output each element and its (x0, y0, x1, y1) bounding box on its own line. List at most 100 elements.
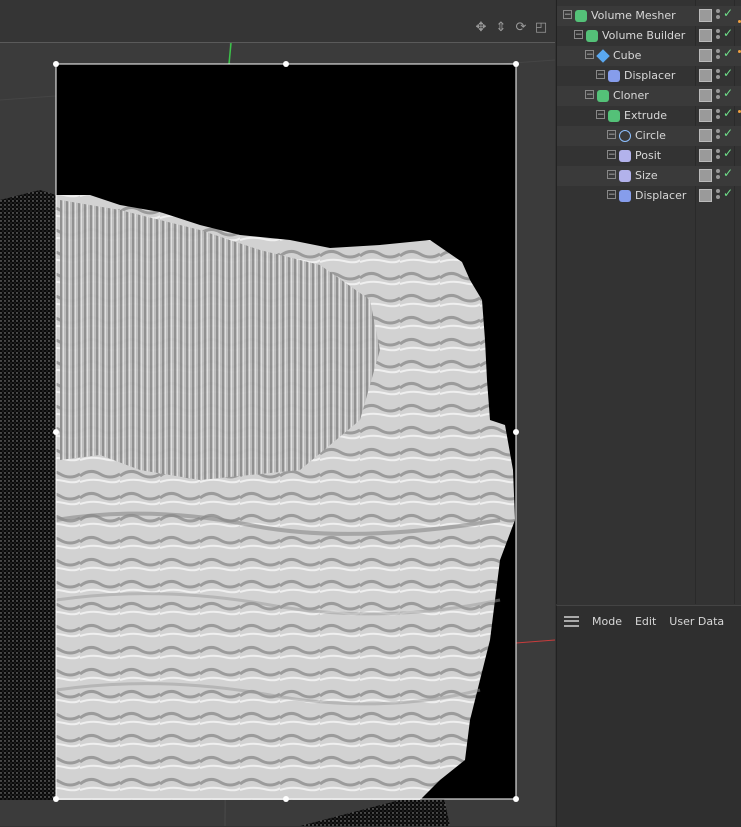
background-mesh-left (0, 190, 56, 800)
dolly-view-icon[interactable]: ⇕ (493, 20, 509, 36)
object-flags: ✓ (699, 26, 741, 44)
visibility-dots-icon[interactable] (716, 149, 720, 161)
enabled-check-icon[interactable]: ✓ (723, 86, 733, 100)
region-handle[interactable] (283, 796, 289, 802)
object-label[interactable]: Extrude (624, 109, 667, 122)
tree-expander-icon[interactable]: − (585, 90, 594, 100)
tree-expander-icon[interactable]: − (607, 170, 616, 180)
viewport-nav-icons: ✥ ⇕ ⟳ ◰ (473, 20, 549, 36)
tree-expander-icon[interactable]: − (607, 150, 616, 160)
object-row[interactable]: − Cloner ✓ (557, 86, 741, 106)
circle-spline-icon (619, 130, 631, 142)
menu-edit[interactable]: Edit (635, 615, 656, 628)
layer-color-box[interactable] (699, 129, 712, 142)
object-label[interactable]: Displacer (635, 189, 686, 202)
object-label[interactable]: Displacer (624, 69, 675, 82)
object-row[interactable]: − Displacer ✓ (557, 66, 741, 86)
visibility-dots-icon[interactable] (716, 29, 720, 41)
tree-expander-icon[interactable]: − (585, 50, 594, 60)
enabled-check-icon[interactable]: ✓ (723, 26, 733, 40)
object-row[interactable]: − Circle ✓ (557, 126, 741, 146)
enabled-check-icon[interactable]: ✓ (723, 146, 733, 160)
object-flags: ✓ (699, 166, 741, 184)
enabled-check-icon[interactable]: ✓ (723, 6, 733, 20)
tree-expander-icon[interactable]: − (596, 70, 605, 80)
layer-color-box[interactable] (699, 29, 712, 42)
rotate-view-icon[interactable]: ⟳ (513, 20, 529, 36)
layer-color-box[interactable] (699, 9, 712, 22)
object-flags: ✓ (699, 146, 741, 164)
cube-icon (596, 49, 610, 63)
enabled-check-icon[interactable]: ✓ (723, 106, 733, 120)
object-flags: ✓ (699, 46, 741, 64)
attribute-manager: Mode Edit User Data (556, 605, 741, 827)
menu-mode[interactable]: Mode (592, 615, 622, 628)
visibility-dots-icon[interactable] (716, 89, 720, 101)
region-handle[interactable] (513, 796, 519, 802)
visibility-dots-icon[interactable] (716, 129, 720, 141)
enabled-check-icon[interactable]: ✓ (723, 186, 733, 200)
move-view-icon[interactable]: ✥ (473, 20, 489, 36)
volume-builder-icon (586, 30, 598, 42)
region-handle[interactable] (513, 61, 519, 67)
object-flags: ✓ (699, 6, 741, 24)
object-label[interactable]: Cube (613, 49, 641, 62)
object-flags: ✓ (699, 86, 741, 104)
hamburger-menu-icon[interactable] (564, 615, 579, 627)
object-manager: − Volume Mesher ✓ − Volume Builder ✓ − Cube ✓ − Di… (556, 0, 741, 604)
visibility-dots-icon[interactable] (716, 69, 720, 81)
tree-expander-icon[interactable]: − (563, 10, 572, 20)
object-row[interactable]: − Cube ✓ (557, 46, 741, 66)
tree-expander-icon[interactable]: − (607, 190, 616, 200)
viewport-scene[interactable] (0, 43, 555, 826)
enabled-check-icon[interactable]: ✓ (723, 126, 733, 140)
object-label[interactable]: Posit (635, 149, 661, 162)
3d-viewport[interactable]: ✥ ⇕ ⟳ ◰ (0, 0, 555, 826)
layer-color-box[interactable] (699, 49, 712, 62)
layer-color-box[interactable] (699, 89, 712, 102)
layer-color-box[interactable] (699, 169, 712, 182)
object-label[interactable]: Volume Mesher (591, 9, 676, 22)
object-row[interactable]: − Displacer ✓ (557, 186, 741, 206)
layer-color-box[interactable] (699, 149, 712, 162)
object-row[interactable]: − Extrude ✓ (557, 106, 741, 126)
volume-mesher-icon (575, 10, 587, 22)
object-label[interactable]: Cloner (613, 89, 649, 102)
object-label[interactable]: Circle (635, 129, 666, 142)
tree-expander-icon[interactable]: − (574, 30, 583, 40)
object-flags: ✓ (699, 106, 741, 124)
region-handle[interactable] (53, 61, 59, 67)
maximize-view-icon[interactable]: ◰ (533, 20, 549, 36)
menu-user-data[interactable]: User Data (669, 615, 724, 628)
object-row[interactable]: − Volume Mesher ✓ (557, 6, 741, 26)
region-handle[interactable] (283, 61, 289, 67)
visibility-dots-icon[interactable] (716, 189, 720, 201)
enabled-check-icon[interactable]: ✓ (723, 46, 733, 60)
visibility-dots-icon[interactable] (716, 109, 720, 121)
object-label[interactable]: Size (635, 169, 658, 182)
effector-icon (619, 170, 631, 182)
displacer-icon (608, 70, 620, 82)
tree-expander-icon[interactable]: − (607, 130, 616, 140)
layer-color-box[interactable] (699, 189, 712, 202)
object-label[interactable]: Volume Builder (602, 29, 685, 42)
layer-color-box[interactable] (699, 109, 712, 122)
object-flags: ✓ (699, 186, 741, 204)
object-row[interactable]: − Size ✓ (557, 166, 741, 186)
region-handle[interactable] (513, 429, 519, 435)
object-row[interactable]: − Posit ✓ (557, 146, 741, 166)
attribute-menu-bar: Mode Edit User Data (557, 606, 741, 636)
visibility-dots-icon[interactable] (716, 169, 720, 181)
effector-icon (619, 150, 631, 162)
region-handle[interactable] (53, 796, 59, 802)
region-handle[interactable] (53, 429, 59, 435)
enabled-check-icon[interactable]: ✓ (723, 166, 733, 180)
object-flags: ✓ (699, 126, 741, 144)
visibility-dots-icon[interactable] (716, 9, 720, 21)
cloner-icon (597, 90, 609, 102)
object-row[interactable]: − Volume Builder ✓ (557, 26, 741, 46)
visibility-dots-icon[interactable] (716, 49, 720, 61)
layer-color-box[interactable] (699, 69, 712, 82)
enabled-check-icon[interactable]: ✓ (723, 66, 733, 80)
tree-expander-icon[interactable]: − (596, 110, 605, 120)
